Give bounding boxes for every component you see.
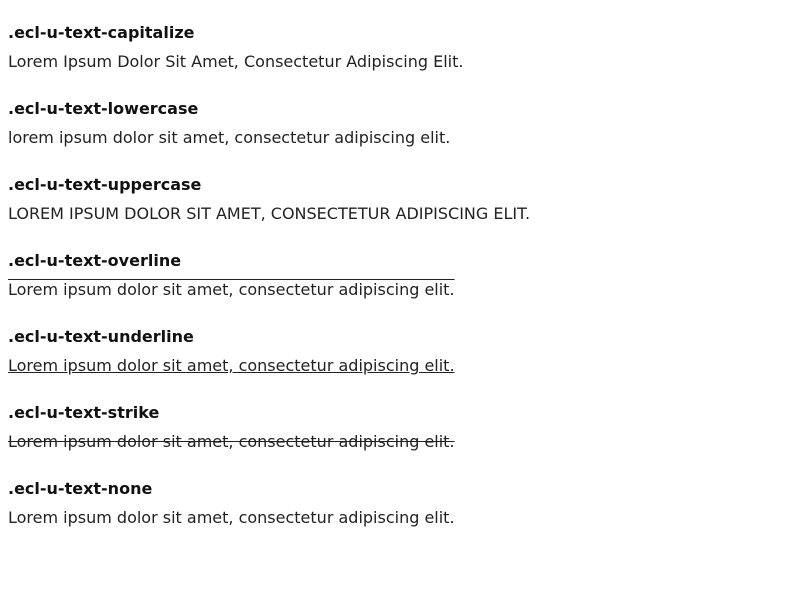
example-text: Lorem ipsum dolor sit amet, consectetur … — [8, 432, 455, 451]
example-title: .ecl-u-text-overline — [8, 251, 182, 270]
example-title: .ecl-u-text-none — [8, 479, 153, 498]
example-lowercase: .ecl-u-text-lowercase lorem ipsum dolor … — [8, 98, 800, 174]
example-text: Lorem ipsum dolor sit amet, consectetur … — [8, 356, 455, 375]
example-title: .ecl-u-text-lowercase — [8, 99, 199, 118]
example-text: Lorem ipsum dolor sit amet, consectetur … — [8, 280, 455, 299]
example-strike: .ecl-u-text-strike Lorem ipsum dolor sit… — [8, 402, 800, 478]
example-title: .ecl-u-text-strike — [8, 403, 160, 422]
example-none: .ecl-u-text-none Lorem ipsum dolor sit a… — [8, 478, 800, 554]
example-capitalize: .ecl-u-text-capitalize Lorem Ipsum Dolor… — [8, 22, 800, 98]
example-text: Lorem Ipsum Dolor Sit Amet, Consectetur … — [8, 52, 464, 71]
example-text: lorem ipsum dolor sit amet, consectetur … — [8, 128, 451, 147]
page-content: .ecl-u-text-capitalize Lorem Ipsum Dolor… — [0, 0, 800, 554]
example-title: .ecl-u-text-uppercase — [8, 175, 202, 194]
example-title: .ecl-u-text-capitalize — [8, 23, 195, 42]
example-title: .ecl-u-text-underline — [8, 327, 194, 346]
example-underline: .ecl-u-text-underline Lorem ipsum dolor … — [8, 326, 800, 402]
example-text: Lorem ipsum dolor sit amet, consectetur … — [8, 508, 455, 527]
example-text: LOREM IPSUM DOLOR SIT AMET, CONSECTETUR … — [8, 204, 531, 223]
example-overline: .ecl-u-text-overline Lorem ipsum dolor s… — [8, 250, 800, 326]
example-uppercase: .ecl-u-text-uppercase LOREM IPSUM DOLOR … — [8, 174, 800, 250]
